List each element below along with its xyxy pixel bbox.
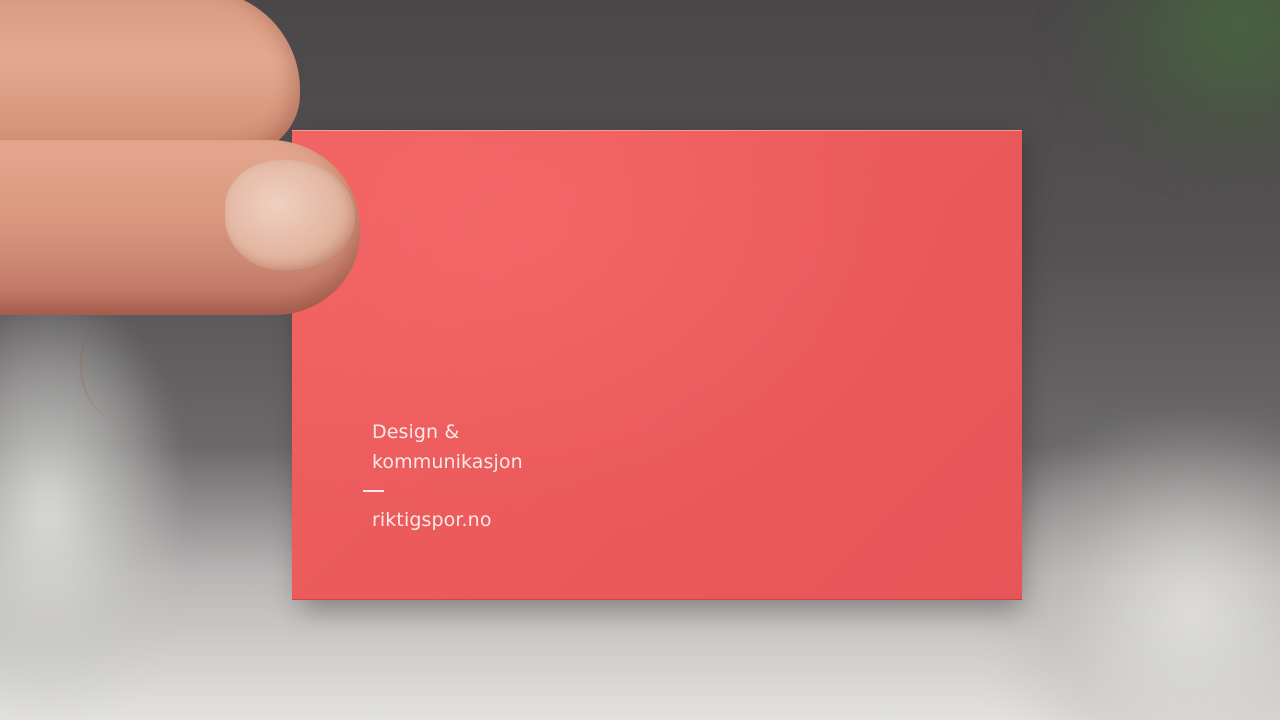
- business-card: Design & kommunikasjon riktigspor.no: [292, 130, 1022, 600]
- background-plant-blur: [1060, 0, 1280, 180]
- card-tagline-line1: Design &: [372, 421, 460, 443]
- background-blur-right: [1000, 420, 1280, 720]
- card-divider: [363, 490, 384, 492]
- photo-scene: Design & kommunikasjon riktigspor.no: [0, 0, 1280, 720]
- thumbnail: [225, 160, 355, 270]
- thumb-crease: [80, 310, 162, 420]
- card-website: riktigspor.no: [372, 509, 492, 531]
- card-tagline-line2: kommunikasjon: [372, 451, 523, 473]
